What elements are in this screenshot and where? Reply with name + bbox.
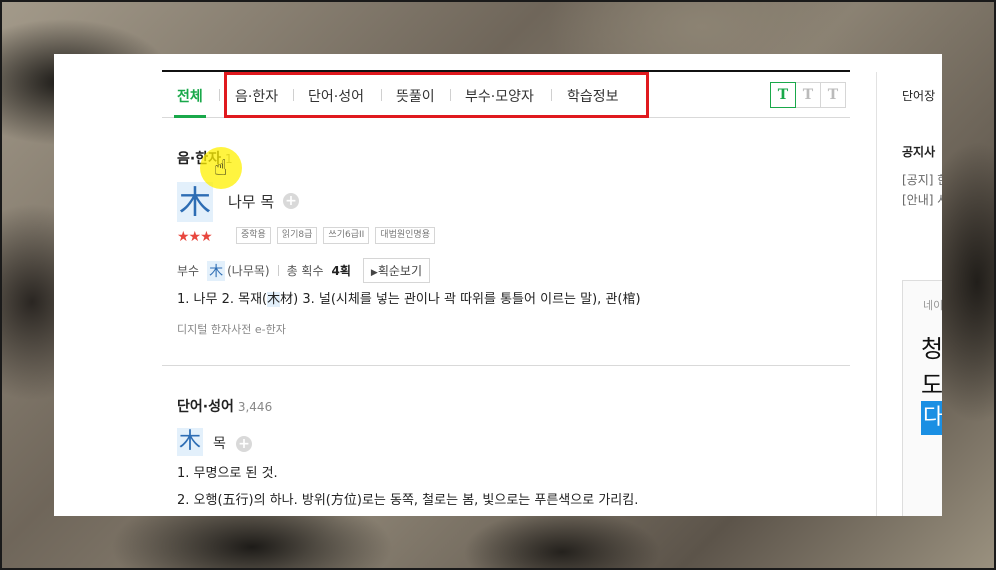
badge-reading-level: 읽기8급 xyxy=(276,227,318,244)
meaning-hanja-link[interactable]: 木 xyxy=(267,292,281,307)
badge-name-use: 대법원인명용 xyxy=(375,227,435,244)
red-highlight-box xyxy=(224,72,649,118)
info-separator xyxy=(277,265,279,276)
section-divider xyxy=(162,365,850,366)
section-title-words-idioms: 단어·성어 3,446 xyxy=(177,399,273,415)
badge-writing-level: 쓰기6급II xyxy=(323,227,370,244)
font-size-medium-button[interactable]: T xyxy=(795,82,821,108)
definition-item: 1. 무명으로 된 것. xyxy=(177,466,278,481)
level-badges: 중학용 읽기8급 쓰기6급II 대법원인명용 xyxy=(236,227,435,244)
word-reading: 목 xyxy=(213,436,226,452)
font-size-large-button[interactable]: T xyxy=(820,82,846,108)
section-count: 3,446 xyxy=(237,400,273,414)
font-size-buttons: T T T xyxy=(770,82,846,108)
stroke-label: 총 획수 xyxy=(286,264,324,278)
stroke-count: 4획 xyxy=(331,264,351,278)
ad-text: 도 xyxy=(921,371,942,399)
hanja-reading: 나무 목 xyxy=(228,193,275,211)
word-hanja[interactable]: 木 xyxy=(177,428,203,456)
ad-banner[interactable]: 네이 청 도 다 xyxy=(902,280,942,516)
stroke-order-label: 획순보기 xyxy=(377,264,422,278)
tab-all[interactable]: 전체 xyxy=(177,86,203,106)
notice-item[interactable]: [안내] 사 xyxy=(902,191,942,208)
hanja-meaning: 1. 나무 2. 목재(木材) 3. 널(시체를 넣는 관이나 곽 따위를 통틀… xyxy=(177,292,641,307)
importance-stars: ★★★ xyxy=(177,229,213,245)
stroke-order-button[interactable]: ▶획순보기 xyxy=(362,258,430,283)
ad-text: 청 xyxy=(921,335,942,363)
font-size-small-button[interactable]: T xyxy=(770,82,796,108)
plus-circle-icon[interactable]: + xyxy=(283,193,299,209)
sidebar-divider xyxy=(876,72,877,516)
plus-circle-icon[interactable]: + xyxy=(236,436,252,452)
ad-label: 네이 xyxy=(923,299,942,312)
tab-separator xyxy=(219,89,220,101)
badge-middle-school: 중학용 xyxy=(236,227,271,244)
hand-cursor-icon: ☝ xyxy=(214,156,228,181)
dictionary-panel: 전체 음·한자 단어·성어 뜻풀이 부수·모양자 학습정보 T T T 음·한자… xyxy=(54,54,942,516)
radical-character[interactable]: 木 xyxy=(207,260,226,281)
tab-bar: 전체 음·한자 단어·성어 뜻풀이 부수·모양자 학습정보 T T T xyxy=(162,72,850,118)
main-column: 전체 음·한자 단어·성어 뜻풀이 부수·모양자 학습정보 T T T 음·한자… xyxy=(162,54,850,516)
notice-item[interactable]: [공지] 한 xyxy=(902,171,942,188)
notice-title: 공지사 xyxy=(902,145,936,159)
hanja-character[interactable]: 木 xyxy=(177,182,213,222)
radical-name: (나무목) xyxy=(227,264,270,278)
play-icon: ▶ xyxy=(370,268,378,278)
source-label[interactable]: 디지털 한자사전 e-한자 xyxy=(177,321,286,337)
radical-stroke-row: 부수 木 (나무목) 총 획수 4획 ▶획순보기 xyxy=(177,258,430,283)
definition-item: 2. 오행(五行)의 하나. 방위(方位)로는 동쪽, 철로는 봄, 빛으로는 … xyxy=(177,493,639,508)
sidebar-title[interactable]: 단어장 xyxy=(902,87,935,104)
ad-blue-text: 다 xyxy=(921,401,942,435)
radical-label: 부수 xyxy=(177,264,200,278)
active-tab-underline xyxy=(174,115,206,118)
